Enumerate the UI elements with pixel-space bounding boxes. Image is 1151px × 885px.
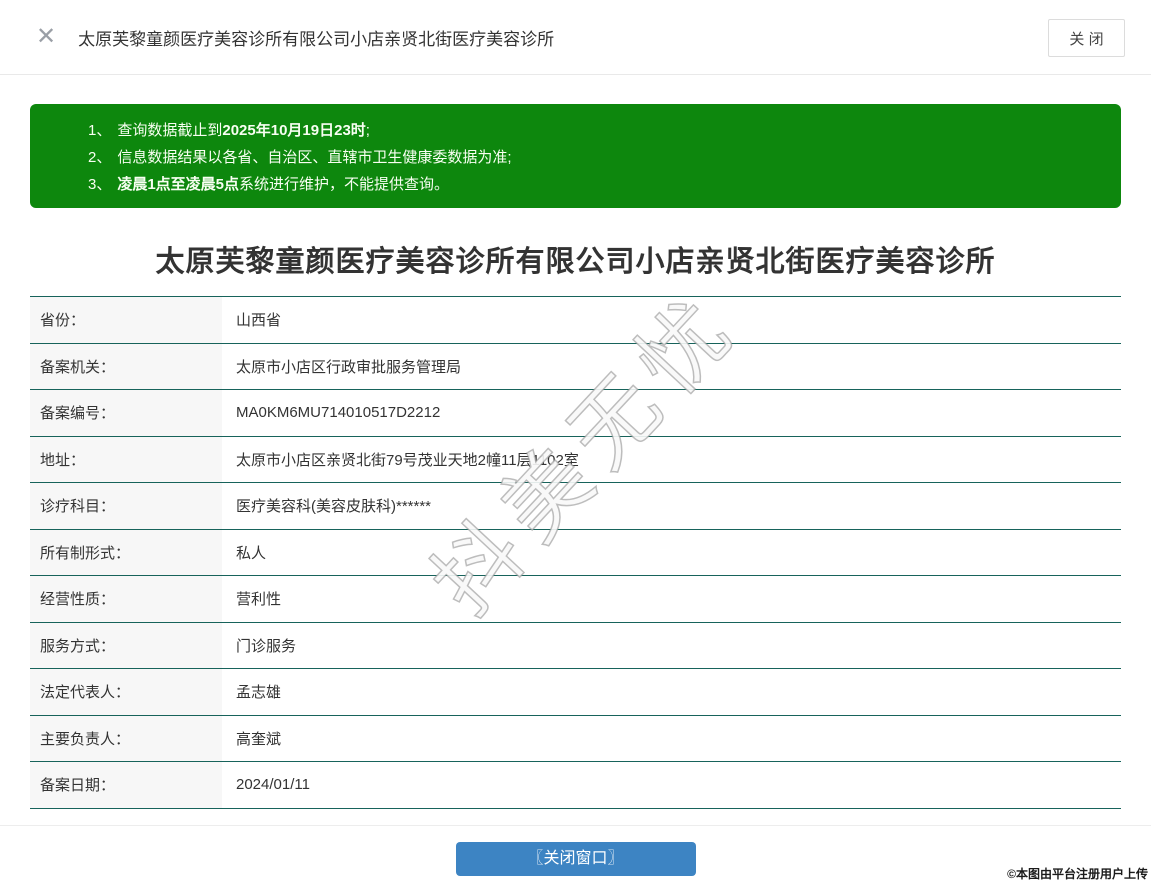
footer-divider [0,824,1151,826]
field-label: 经营性质： [30,576,222,622]
field-value: 孟志雄 [222,669,1121,715]
field-label: 所有制形式： [30,529,222,575]
field-label: 服务方式： [30,622,222,668]
notice-text-segment: ; [365,122,370,139]
notice-line: 3、 凌晨1点至凌晨5点系统进行维护，不能提供查询。 [88,171,1101,198]
top-bar: ✕ 太原芙黎童颜医疗美容诊所有限公司小店亲贤北街医疗美容诊所 关 闭 [0,0,1151,75]
field-value: 2024/01/11 [222,762,1121,808]
page-title: 太原芙黎童颜医疗美容诊所有限公司小店亲贤北街医疗美容诊所 [155,246,996,278]
field-label: 备案日期： [30,762,222,808]
table-row: 法定代表人： 孟志雄 [30,668,1121,715]
table-row: 经营性质： 营利性 [30,575,1121,622]
notice-text-segment: 2025年10月19日23时 [222,122,366,139]
table-row: 备案编号： MA0KM6MU714010517D2212 [30,389,1121,436]
field-value: MA0KM6MU714010517D2212 [222,390,1121,436]
field-label: 备案编号： [30,390,222,436]
notice-text-segment: 信息数据结果以各省、自治区、直辖市卫生健康委数据为准; [117,149,512,166]
close-button[interactable]: 关 闭 [1048,19,1125,57]
table-row: 主要负责人： 高奎斌 [30,714,1121,761]
notice-line-number: 2、 [88,149,112,166]
field-value: 私人 [222,529,1121,575]
field-value: 高奎斌 [222,715,1121,761]
table-row: 备案日期： 2024/01/11 [30,761,1121,808]
table-row: 备案机关： 太原市小店区行政审批服务管理局 [30,342,1121,389]
copyright-watermark: ©本图由平台注册用户上传 [1007,867,1148,881]
field-value: 营利性 [222,576,1121,622]
field-value: 门诊服务 [222,622,1121,668]
table-row: 省份： 山西省 [30,296,1121,343]
notice-text-segment: 凌晨1点至凌晨5点 [117,176,240,193]
close-icon[interactable]: ✕ [36,25,56,49]
field-label: 诊疗科目： [30,483,222,529]
field-label: 备案机关： [30,343,222,389]
field-label: 主要负责人： [30,715,222,761]
notice-text-segment: 系统进行维护，不能提供查询。 [239,176,450,193]
notice-line-number: 1、 [88,122,112,139]
notice-line-number: 3、 [88,176,112,193]
table-row: 服务方式： 门诊服务 [30,621,1121,668]
table-row: 地址： 太原市小店区亲贤北街79号茂业天地2幢11层1102室 [30,435,1121,482]
field-value: 医疗美容科(美容皮肤科)****** [222,483,1121,529]
table-row: 所有制形式： 私人 [30,528,1121,575]
field-value: 太原市小店区行政审批服务管理局 [222,343,1121,389]
field-value: 山西省 [222,297,1121,343]
field-label: 地址： [30,436,222,482]
field-label: 省份： [30,297,222,343]
notice-text-segment: 查询数据截止到 [117,122,223,139]
close-window-button[interactable]: 〖关闭窗口〗 [455,841,696,876]
info-table: 省份： 山西省 备案机关： 太原市小店区行政审批服务管理局 备案编号： MA0KM6MU7… [30,296,1121,809]
footer: 〖关闭窗口〗 [0,841,1151,876]
field-label: 法定代表人： [30,669,222,715]
window-title: 太原芙黎童颜医疗美容诊所有限公司小店亲贤北街医疗美容诊所 [78,29,555,49]
notice-line: 1、 查询数据截止到2025年10月19日23时; [88,117,1101,144]
table-row: 诊疗科目： 医疗美容科(美容皮肤科)****** [30,482,1121,529]
notice-box: 1、 查询数据截止到2025年10月19日23时; 2、 信息数据结果以各省、自治区、… [30,104,1121,208]
field-value: 太原市小店区亲贤北街79号茂业天地2幢11层1102室 [222,436,1121,482]
notice-line: 2、 信息数据结果以各省、自治区、直辖市卫生健康委数据为准; [88,144,1101,171]
